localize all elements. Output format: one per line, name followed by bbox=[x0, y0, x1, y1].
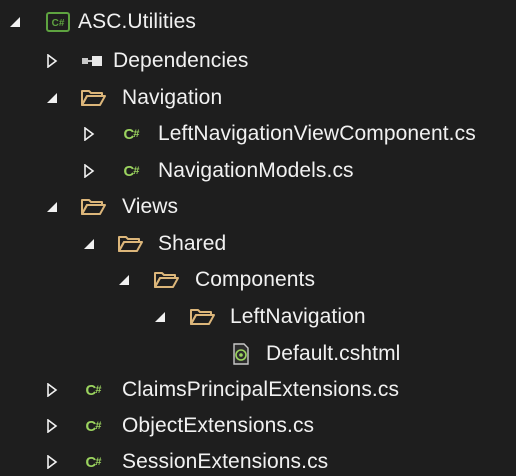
tree-item-label: LeftNavigationViewComponent.cs bbox=[158, 122, 476, 145]
folder-open-icon bbox=[117, 233, 143, 255]
csharp-file-icon: C # bbox=[85, 417, 102, 435]
csharp-file-icon: C # bbox=[123, 125, 140, 143]
collapsed-arrow-icon[interactable] bbox=[82, 164, 96, 178]
tree-item-label: ASC.Utilities bbox=[78, 10, 196, 33]
collapsed-arrow-icon[interactable] bbox=[45, 419, 59, 433]
expanded-arrow-icon[interactable] bbox=[82, 237, 96, 251]
tree-item-label: Default.cshtml bbox=[266, 342, 401, 365]
dependencies-icon bbox=[80, 50, 106, 72]
tree-item-label: LeftNavigation bbox=[230, 305, 366, 328]
expanded-arrow-icon[interactable] bbox=[8, 15, 22, 29]
tree-item-label: Navigation bbox=[122, 86, 223, 109]
razor-file-icon bbox=[228, 343, 254, 365]
tree-item-label: ClaimsPrincipalExtensions.cs bbox=[122, 378, 400, 401]
csharp-file-icon: C # bbox=[85, 381, 102, 399]
tree-item-label: Components bbox=[195, 268, 316, 291]
expanded-arrow-icon[interactable] bbox=[45, 200, 59, 214]
tree-item-label: SessionExtensions.cs bbox=[122, 450, 329, 473]
collapsed-arrow-icon[interactable] bbox=[45, 455, 59, 469]
csharp-file-icon: C # bbox=[123, 162, 140, 180]
tree-item-label: Views bbox=[122, 195, 179, 218]
folder-open-icon bbox=[80, 196, 106, 218]
csharp-project-icon: C# bbox=[45, 11, 71, 33]
collapsed-arrow-icon[interactable] bbox=[45, 383, 59, 397]
collapsed-arrow-icon[interactable] bbox=[45, 54, 59, 68]
expanded-arrow-icon[interactable] bbox=[153, 310, 167, 324]
tree-item-label: NavigationModels.cs bbox=[158, 159, 354, 182]
collapsed-arrow-icon[interactable] bbox=[82, 127, 96, 141]
folder-open-icon bbox=[153, 269, 179, 291]
folder-open-icon bbox=[80, 87, 106, 109]
tree-item-label: Dependencies bbox=[113, 49, 249, 72]
solution-explorer-tree: C# ASC.Utilities Dependencies Navigation… bbox=[0, 0, 516, 476]
tree-item-label: ObjectExtensions.cs bbox=[122, 414, 315, 437]
svg-text:C#: C# bbox=[52, 18, 65, 29]
csharp-file-icon: C # bbox=[85, 453, 102, 471]
expanded-arrow-icon[interactable] bbox=[117, 273, 131, 287]
expanded-arrow-icon[interactable] bbox=[45, 91, 59, 105]
tree-item-label: Shared bbox=[158, 232, 227, 255]
folder-open-icon bbox=[189, 306, 215, 328]
